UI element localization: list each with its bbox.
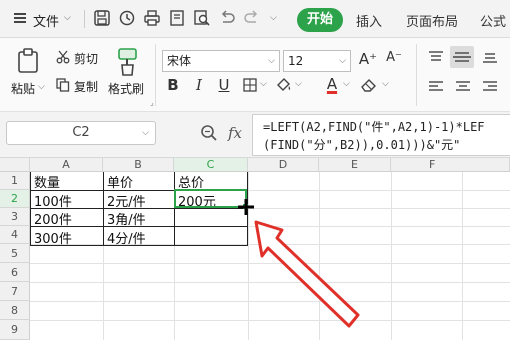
hamburger-icon[interactable] (14, 13, 26, 23)
format-painter-icon[interactable] (116, 48, 140, 76)
zoom-preview-icon[interactable] (193, 9, 211, 27)
name-box[interactable]: C2 ⌵ (6, 121, 156, 145)
chevron-down-icon[interactable]: ⌵ (38, 82, 45, 92)
font-color-button[interactable]: A (322, 75, 342, 93)
align-center-icon[interactable] (455, 80, 471, 94)
redo-icon[interactable] (243, 9, 261, 27)
font-name-value: 宋体 (167, 54, 192, 68)
chevron-down-icon[interactable]: ⌵ (270, 13, 277, 23)
border-icon[interactable] (243, 78, 257, 92)
copy-icon[interactable] (56, 78, 70, 92)
align-right-icon[interactable] (482, 80, 498, 94)
file-menu[interactable]: 文件 (33, 11, 59, 30)
align-left-icon[interactable] (428, 80, 444, 94)
font-size-value: 12 (288, 54, 304, 68)
divider (84, 10, 85, 28)
fx-button[interactable]: fx (228, 124, 242, 142)
paste-button[interactable]: 粘贴 (11, 80, 35, 97)
font-name-select[interactable]: 宋体 ⌵ (162, 50, 280, 72)
tab-insert[interactable]: 插入 (356, 11, 382, 30)
font-size-select[interactable]: 12 ⌵ (283, 50, 351, 72)
print-icon[interactable] (143, 9, 161, 27)
cut-icon[interactable] (56, 50, 70, 64)
tab-page-layout[interactable]: 页面布局 (406, 11, 458, 30)
bold-button[interactable]: B (163, 76, 183, 94)
formula-input[interactable]: =LEFT(A2,FIND("件",A2,1)-1)*LEF (FIND("分",… (252, 114, 510, 156)
formula-bar: C2 ⌵ fx =LEFT(A2,FIND("件",A2,1)-1)*LEF (F… (0, 112, 510, 158)
eraser-icon[interactable] (360, 76, 378, 94)
align-middle-icon[interactable] (450, 46, 474, 68)
align-top-icon[interactable] (428, 50, 444, 64)
divider (416, 44, 417, 106)
chevron-down-icon[interactable]: ⌵ (64, 13, 71, 23)
chevron-down-icon[interactable]: ⌵ (343, 79, 350, 89)
zoom-icon[interactable] (200, 124, 218, 142)
menu-bar: 文件 ⌵ ⌵ 开始 插入 页面布局 公式 (0, 0, 510, 38)
fill-color-icon[interactable] (275, 76, 293, 94)
copy-button[interactable]: 复制 (74, 78, 98, 95)
paste-icon[interactable] (16, 48, 40, 74)
spreadsheet-grid[interactable]: A B C D E F 1 2 3 4 5 6 7 8 9 数量 单价 总价 1… (0, 158, 510, 340)
chevron-down-icon[interactable]: ⌵ (260, 79, 267, 89)
grow-font-button[interactable]: A⁺ (358, 50, 378, 68)
tab-formulas[interactable]: 公式 (480, 11, 506, 30)
chevron-down-icon[interactable]: ⌵ (339, 51, 346, 71)
undo-history-icon[interactable] (118, 9, 136, 27)
formula-line: =LEFT(A2,FIND("件",A2,1)-1)*LEF (263, 120, 485, 134)
annotation-arrow-icon (254, 220, 360, 328)
tab-home[interactable]: 开始 (297, 8, 343, 32)
dialog-launcher-icon[interactable]: ⌟ (150, 98, 154, 107)
save-icon[interactable] (93, 9, 111, 27)
print-preview-icon[interactable] (168, 9, 186, 27)
chevron-down-icon[interactable]: ⌵ (295, 79, 302, 89)
format-painter-button[interactable]: 格式刷 (108, 80, 144, 97)
underline-button[interactable]: U (214, 76, 234, 94)
chevron-down-icon[interactable]: ⌵ (142, 122, 149, 144)
shrink-font-button[interactable]: A⁻ (384, 50, 404, 65)
cut-button[interactable]: 剪切 (74, 50, 98, 67)
align-bottom-icon[interactable] (482, 50, 498, 64)
cell-reference: C2 (72, 125, 90, 140)
italic-button[interactable]: I (189, 76, 209, 94)
ribbon-toolbar: 粘贴 ⌵ 剪切 复制 格式刷 ⌟ 宋体 ⌵ 12 ⌵ A⁺ A⁻ B I U ⌵… (0, 38, 510, 112)
divider (155, 44, 156, 106)
undo-icon[interactable] (218, 9, 236, 27)
chevron-down-icon[interactable]: ⌵ (382, 79, 389, 89)
formula-line: (FIND("分",B2)),0.01)))&"元" (263, 138, 461, 152)
chevron-down-icon[interactable]: ⌵ (268, 51, 275, 71)
